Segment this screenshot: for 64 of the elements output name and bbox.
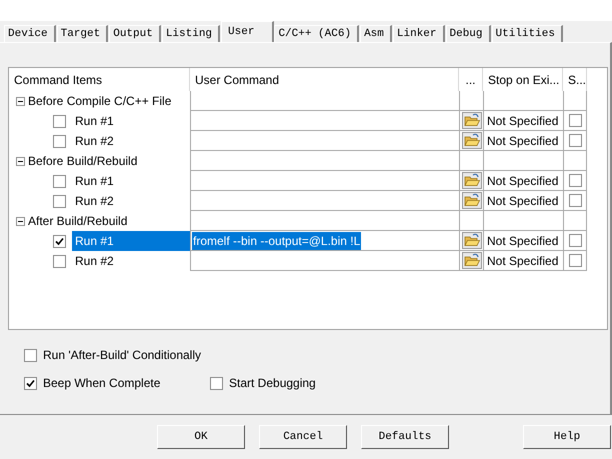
checkbox[interactable] bbox=[568, 254, 582, 267]
command-field[interactable]: fromelf --bin --output=@L.bin !L bbox=[192, 232, 362, 250]
checkbox[interactable] bbox=[53, 174, 66, 188]
option-label: Start Debugging bbox=[229, 375, 316, 392]
tab[interactable]: Output bbox=[109, 25, 161, 42]
command-cell[interactable] bbox=[190, 191, 459, 211]
collapse-toggle[interactable] bbox=[16, 216, 25, 226]
command-cell[interactable] bbox=[190, 251, 459, 271]
stop-on-exit-value[interactable]: Not Specified bbox=[487, 112, 558, 130]
checkbox[interactable] bbox=[210, 376, 223, 390]
tab[interactable]: Listing bbox=[162, 25, 220, 42]
command-cell[interactable] bbox=[190, 111, 459, 131]
tab[interactable]: Utilities bbox=[492, 25, 563, 42]
checkbox[interactable] bbox=[568, 134, 582, 147]
checkbox[interactable] bbox=[24, 376, 37, 390]
tree-item[interactable]: Run #2 bbox=[72, 131, 190, 151]
stop-on-exit-value[interactable]: Not Specified bbox=[487, 252, 558, 270]
checkbox[interactable] bbox=[53, 114, 66, 128]
checkbox[interactable] bbox=[568, 234, 582, 247]
tab[interactable]: Linker bbox=[392, 25, 444, 42]
tab[interactable]: Debug bbox=[446, 25, 491, 42]
checkbox[interactable] bbox=[24, 348, 37, 362]
option-label: Beep When Complete bbox=[43, 375, 160, 392]
tree-item[interactable]: Run #2 bbox=[72, 191, 190, 211]
collapse-toggle[interactable] bbox=[16, 96, 25, 106]
checkbox[interactable] bbox=[53, 194, 66, 208]
tree-item[interactable]: Run #2 bbox=[72, 251, 190, 271]
column-header[interactable]: Command Items bbox=[9, 68, 190, 91]
tree-item[interactable]: Before Compile C/C++ File bbox=[28, 92, 172, 110]
dialog-button[interactable]: OK bbox=[157, 425, 245, 449]
collapse-toggle[interactable] bbox=[16, 156, 25, 166]
tab[interactable]: User bbox=[221, 21, 274, 42]
tree-item[interactable]: Run #1 bbox=[72, 231, 190, 251]
checkbox[interactable] bbox=[568, 114, 582, 127]
tree-item[interactable]: Before Build/Rebuild bbox=[28, 152, 138, 170]
dialog-button[interactable]: Cancel bbox=[259, 425, 347, 449]
column-header[interactable]: Stop on Exi... bbox=[483, 68, 563, 91]
column-header[interactable]: ... bbox=[459, 68, 483, 91]
stop-on-exit-value[interactable]: Not Specified bbox=[487, 132, 558, 150]
checkbox[interactable] bbox=[568, 174, 582, 187]
command-cell[interactable] bbox=[190, 131, 459, 151]
tree-item[interactable]: Run #1 bbox=[72, 111, 190, 131]
column-header[interactable]: User Command bbox=[190, 68, 459, 91]
checkbox[interactable] bbox=[568, 194, 582, 207]
column-header[interactable]: S... bbox=[563, 68, 587, 91]
stop-on-exit-value[interactable]: Not Specified bbox=[487, 232, 558, 250]
tab[interactable]: Asm bbox=[360, 25, 392, 42]
stop-on-exit-value[interactable]: Not Specified bbox=[487, 172, 558, 190]
command-cell[interactable]: fromelf --bin --output=@L.bin !L bbox=[190, 231, 459, 251]
command-cell[interactable] bbox=[190, 171, 459, 191]
tab[interactable]: Device bbox=[4, 25, 56, 42]
checkmark-icon bbox=[26, 378, 35, 388]
tree-item[interactable]: Run #1 bbox=[72, 171, 190, 191]
stop-on-exit-value[interactable]: Not Specified bbox=[487, 192, 558, 210]
tab[interactable]: Target bbox=[56, 25, 108, 42]
checkmark-icon bbox=[55, 236, 64, 246]
checkbox[interactable] bbox=[53, 134, 66, 148]
dialog-button[interactable]: Defaults bbox=[361, 425, 449, 449]
tab[interactable]: C/C++ (AC6) bbox=[274, 25, 360, 42]
tree-item[interactable]: After Build/Rebuild bbox=[28, 212, 128, 230]
checkbox[interactable] bbox=[53, 234, 66, 248]
checkbox[interactable] bbox=[53, 254, 66, 268]
dialog-button[interactable]: Help bbox=[523, 425, 611, 449]
option-label: Run 'After-Build' Conditionally bbox=[43, 347, 201, 364]
